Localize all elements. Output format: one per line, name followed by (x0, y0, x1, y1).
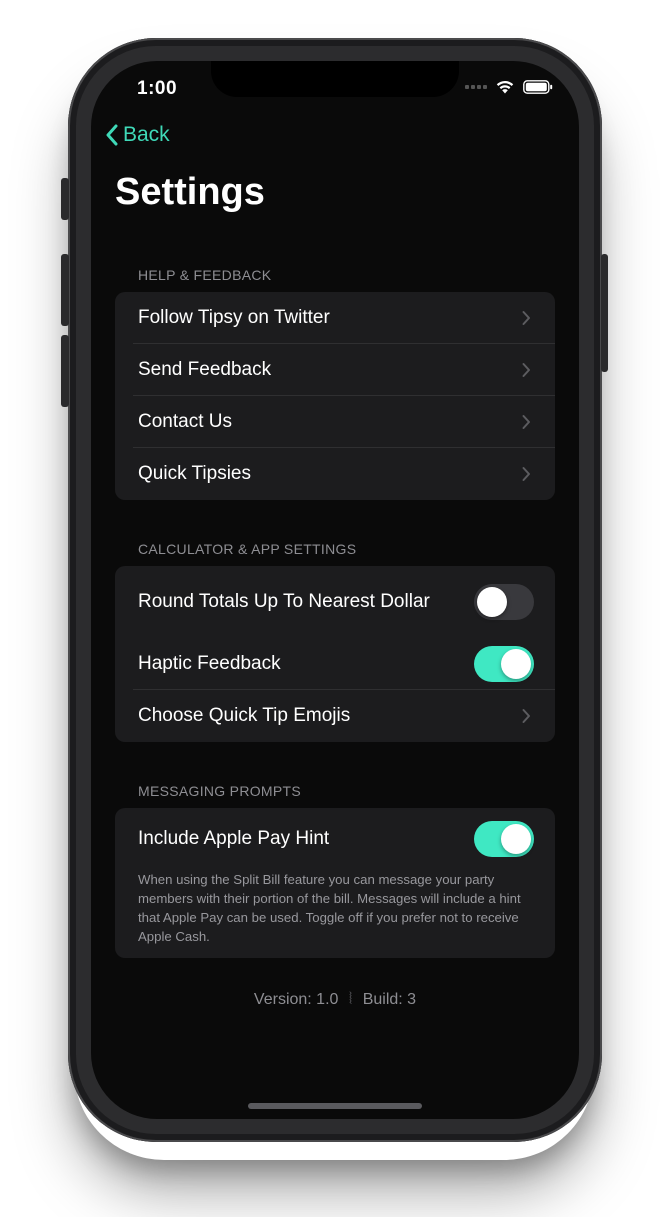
wifi-icon (496, 80, 514, 94)
round-totals-toggle[interactable] (474, 584, 534, 620)
toggle-knob (477, 587, 507, 617)
chevron-right-icon (522, 415, 530, 429)
row-round-totals: Round Totals Up To Nearest Dollar (115, 566, 555, 638)
volume-down-button (61, 335, 69, 407)
row-send-feedback[interactable]: Send Feedback (115, 344, 555, 396)
row-label: Round Totals Up To Nearest Dollar (138, 591, 430, 612)
row-label: Haptic Feedback (138, 653, 281, 674)
chevron-left-icon (106, 124, 118, 146)
version-separator: ⦚ (348, 991, 353, 1008)
mute-switch (61, 178, 69, 220)
haptic-feedback-toggle[interactable] (474, 646, 534, 682)
row-label: Quick Tipsies (138, 463, 251, 484)
group-messaging-prompts: Include Apple Pay Hint When using the Sp… (115, 808, 555, 958)
chevron-right-icon (522, 363, 530, 377)
chevron-right-icon (522, 467, 530, 481)
row-label: Follow Tipsy on Twitter (138, 307, 330, 328)
cellular-icon (465, 84, 487, 89)
back-label: Back (123, 123, 170, 146)
row-label: Include Apple Pay Hint (138, 828, 330, 849)
toggle-knob (501, 824, 531, 854)
screen: 1:00 Back Settings HELP & FEEDBACK Follo… (91, 61, 579, 1119)
row-follow-twitter[interactable]: Follow Tipsy on Twitter (115, 292, 555, 344)
status-time: 1:00 (137, 78, 178, 99)
row-apple-pay-hint: Include Apple Pay Hint (115, 808, 555, 870)
version-text: Version: 1.0 (253, 991, 339, 1008)
page-title: Settings (115, 171, 265, 213)
row-contact-us[interactable]: Contact Us (115, 396, 555, 448)
notch (211, 61, 459, 97)
apple-pay-hint-toggle[interactable] (474, 821, 534, 857)
back-button[interactable]: Back (105, 123, 170, 147)
volume-up-button (61, 254, 69, 326)
row-quick-tip-emojis[interactable]: Choose Quick Tip Emojis (115, 690, 555, 742)
battery-icon (523, 79, 553, 94)
row-label: Send Feedback (138, 359, 272, 380)
status-icons (465, 79, 553, 94)
row-haptic-feedback: Haptic Feedback (115, 638, 555, 690)
section-header-help-feedback: HELP & FEEDBACK (138, 267, 272, 283)
chevron-right-icon (522, 311, 530, 325)
chevron-right-icon (522, 709, 530, 723)
section-header-calculator-settings: CALCULATOR & APP SETTINGS (138, 541, 357, 557)
group-help-feedback: Follow Tipsy on Twitter Send Feedback Co… (115, 292, 555, 500)
row-quick-tipsies[interactable]: Quick Tipsies (115, 448, 555, 500)
row-label: Contact Us (138, 411, 232, 432)
home-indicator[interactable] (248, 1103, 422, 1109)
section-header-messaging-prompts: MESSAGING PROMPTS (138, 783, 302, 799)
group-calculator-settings: Round Totals Up To Nearest Dollar Haptic… (115, 566, 555, 742)
row-label: Choose Quick Tip Emojis (138, 705, 351, 726)
version-footer: Version: 1.0 ⦚ Build: 3 (91, 991, 579, 1009)
power-button (601, 254, 608, 372)
toggle-knob (501, 649, 531, 679)
build-text: Build: 3 (362, 991, 417, 1008)
apple-pay-hint-description: When using the Split Bill feature you ca… (138, 872, 521, 944)
